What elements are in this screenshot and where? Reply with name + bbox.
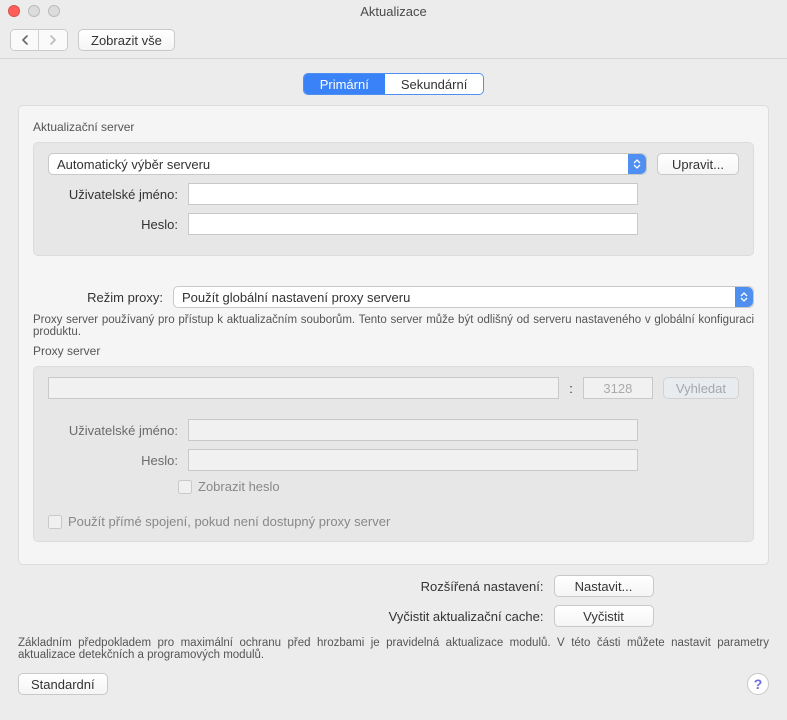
update-user-row: Uživatelské jméno: [48, 183, 739, 205]
default-button[interactable]: Standardní [18, 673, 108, 695]
tab-primary[interactable]: Primární [304, 74, 385, 94]
footer-note: Základním předpokladem pro maximální och… [18, 637, 769, 661]
server-select-value: Automatický výběr serveru [57, 157, 210, 172]
proxy-host-row: : Vyhledat [48, 377, 739, 399]
clear-cache-button[interactable]: Vyčistit [554, 605, 654, 627]
show-all-button[interactable]: Zobrazit vše [78, 29, 175, 51]
proxy-mode-label: Režim proxy: [33, 290, 163, 305]
update-pass-label: Heslo: [48, 217, 178, 232]
direct-connection-label: Použít přímé spojení, pokud není dostupn… [68, 514, 390, 529]
proxy-server-box: : Vyhledat Uživatelské jméno: Heslo: Zob… [33, 366, 754, 542]
advanced-grid: Rozšířená nastavení: Nastavit... Vyčisti… [134, 575, 654, 627]
proxy-user-row: Uživatelské jméno: [48, 419, 739, 441]
server-row: Automatický výběr serveru Upravit... [48, 153, 739, 175]
proxy-mode-row: Režim proxy: Použít globální nastavení p… [33, 286, 754, 308]
advanced-settings-label: Rozšířená nastavení: [134, 579, 544, 594]
show-password-input [178, 480, 192, 494]
update-pass-row: Heslo: [48, 213, 739, 235]
proxy-pass-label: Heslo: [48, 453, 178, 468]
update-user-input[interactable] [188, 183, 638, 205]
proxy-pass-row: Heslo: [48, 449, 739, 471]
proxy-host-input [48, 377, 559, 399]
help-icon: ? [754, 676, 763, 692]
proxy-mode-value: Použít globální nastavení proxy serveru [182, 290, 410, 305]
show-password-label: Zobrazit heslo [198, 479, 280, 494]
proxy-mode-note: Proxy server používaný pro přístup k akt… [33, 314, 754, 338]
show-password-checkbox: Zobrazit heslo [48, 479, 739, 494]
proxy-port-input [583, 377, 653, 399]
chevron-right-icon [49, 35, 57, 45]
back-button[interactable] [11, 30, 39, 50]
select-caret-icon [628, 154, 646, 174]
proxy-user-input [188, 419, 638, 441]
chevron-left-icon [21, 35, 29, 45]
update-server-section-label: Aktualizační server [33, 120, 754, 134]
tabs: Primární Sekundární [18, 73, 769, 95]
content-area: Primární Sekundární Aktualizační server … [0, 59, 787, 705]
direct-connection-input [48, 515, 62, 529]
proxy-port-separator: : [569, 381, 573, 396]
nav-segment [10, 29, 68, 51]
tab-secondary[interactable]: Sekundární [385, 74, 484, 94]
advanced-settings-button[interactable]: Nastavit... [554, 575, 654, 597]
proxy-server-section-label: Proxy server [33, 344, 754, 358]
select-caret-icon [735, 287, 753, 307]
edit-server-button[interactable]: Upravit... [657, 153, 739, 175]
direct-connection-checkbox: Použít přímé spojení, pokud není dostupn… [48, 514, 739, 529]
main-panel: Aktualizační server Automatický výběr se… [18, 105, 769, 565]
clear-cache-label: Vyčistit aktualizační cache: [134, 609, 544, 624]
footer-bar: Standardní ? [18, 673, 769, 695]
proxy-user-label: Uživatelské jméno: [48, 423, 178, 438]
help-button[interactable]: ? [747, 673, 769, 695]
toolbar: Zobrazit vše [0, 22, 787, 58]
update-pass-input[interactable] [188, 213, 638, 235]
proxy-find-button: Vyhledat [663, 377, 739, 399]
proxy-mode-select[interactable]: Použít globální nastavení proxy serveru [173, 286, 754, 308]
server-select[interactable]: Automatický výběr serveru [48, 153, 647, 175]
window-title: Aktualizace [0, 4, 787, 19]
proxy-pass-input [188, 449, 638, 471]
update-server-box: Automatický výběr serveru Upravit... Uži… [33, 142, 754, 256]
update-user-label: Uživatelské jméno: [48, 187, 178, 202]
forward-button[interactable] [39, 30, 67, 50]
titlebar: Aktualizace [0, 0, 787, 22]
tab-segment: Primární Sekundární [303, 73, 485, 95]
